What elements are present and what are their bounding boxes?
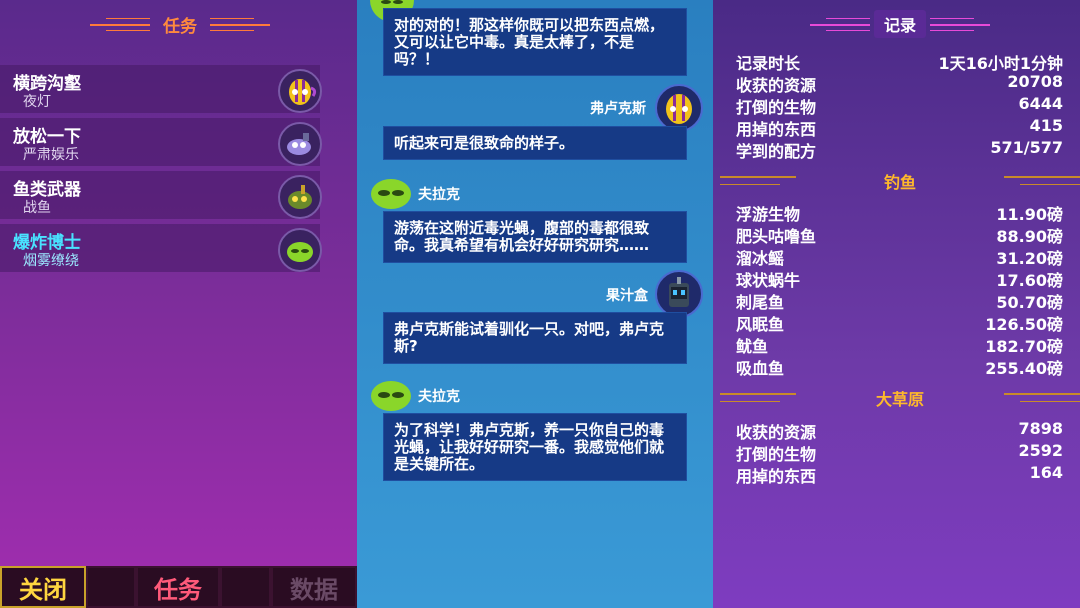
record-row: 打倒的生物 2592 [736, 441, 1063, 464]
record-value: 17.60磅 [996, 271, 1063, 290]
record-value: 255.40磅 [985, 359, 1063, 378]
record-label: 鱿鱼 [736, 337, 769, 356]
bottom-tab-bar: 关闭 任务 数据 [0, 566, 357, 608]
quest-item[interactable]: 鱼类武器 战鱼 [0, 171, 322, 219]
quest-item-active[interactable]: 爆炸博士 烟雾缭绕 [0, 224, 322, 272]
record-row: 吸血鱼 255.40磅 [736, 355, 1063, 378]
savanna-section-header: 大草原 [720, 387, 1080, 409]
record-value: 7898 [1018, 419, 1063, 438]
speaker-name: 夫拉克 [418, 187, 460, 203]
quest-subtitle: 战鱼 [23, 200, 51, 216]
record-label: 肥头咕噜鱼 [736, 227, 817, 246]
fishing-section-header: 钓鱼 [720, 170, 1080, 192]
record-row: 记录时长 1天16小时1分钟 [736, 50, 1063, 73]
green-armored-fish-icon [278, 175, 322, 219]
record-value: 88.90磅 [996, 227, 1063, 246]
record-label: 用掉的东西 [736, 120, 817, 139]
record-row: 用掉的东西 164 [736, 463, 1063, 486]
record-row: 学到的配方 571/577 [736, 138, 1063, 161]
quest-subtitle: 烟雾缭绕 [23, 253, 79, 269]
yellow-mask-creature-icon [278, 69, 322, 113]
record-value: 182.70磅 [985, 337, 1063, 356]
record-label: 刺尾鱼 [736, 293, 785, 312]
dialogue-bubble: 为了科学！弗卢克斯，养一只你自己的毒光蝇，让我好好研究一番。我感觉他们就是关键所… [383, 413, 687, 481]
record-label: 打倒的生物 [736, 445, 817, 464]
savanna-title: 大草原 [875, 390, 924, 409]
quest-subtitle: 夜灯 [23, 94, 51, 110]
record-label: 收获的资源 [736, 423, 817, 442]
quest-subtitle: 严肃娱乐 [23, 147, 79, 163]
yellow-mask-avatar-icon [655, 84, 703, 132]
speaker-name: 夫拉克 [418, 389, 460, 405]
record-label: 记录时长 [736, 54, 801, 73]
record-value: 11.90磅 [996, 205, 1063, 224]
green-blob-avatar-icon [369, 372, 413, 416]
quest-header: 任务 [80, 6, 280, 42]
record-row: 溜冰鳐 31.20磅 [736, 245, 1063, 268]
record-value: 20708 [1007, 72, 1063, 91]
record-row: 用掉的东西 415 [736, 116, 1063, 139]
records-header: 记录 [810, 6, 990, 42]
record-row: 收获的资源 7898 [736, 419, 1063, 442]
record-label: 吸血鱼 [736, 359, 785, 378]
record-value: 571/577 [990, 138, 1063, 157]
record-value: 1天16小时1分钟 [938, 54, 1063, 73]
juice-box-robot-avatar-icon [655, 270, 703, 318]
record-label: 浮游生物 [736, 205, 801, 224]
record-label: 用掉的东西 [736, 467, 817, 486]
tab-spacer [86, 566, 136, 608]
dialogue-bubble: 听起来可是很致命的样子。 [383, 126, 687, 160]
quest-header-title: 任务 [163, 16, 197, 37]
fishing-title: 钓鱼 [883, 173, 916, 192]
record-row: 风眠鱼 126.50磅 [736, 311, 1063, 334]
record-value: 31.20磅 [996, 249, 1063, 268]
record-label: 打倒的生物 [736, 98, 817, 117]
record-label: 球状蜗牛 [736, 271, 801, 290]
record-row: 浮游生物 11.90磅 [736, 201, 1063, 224]
record-value: 126.50磅 [985, 315, 1063, 334]
tab-data[interactable]: 数据 [271, 566, 357, 608]
records-header-title: 记录 [873, 10, 926, 38]
dialogue-bubble: 弗卢克斯能试着驯化一只。对吧，弗卢克斯? [383, 312, 687, 364]
record-value: 6444 [1018, 94, 1063, 113]
tab-spacer [220, 566, 271, 608]
green-blob-icon [278, 228, 322, 272]
record-value: 2592 [1018, 441, 1063, 460]
record-value: 50.70磅 [996, 293, 1063, 312]
record-row: 打倒的生物 6444 [736, 94, 1063, 117]
record-row: 收获的资源 20708 [736, 72, 1063, 95]
record-row: 肥头咕噜鱼 88.90磅 [736, 223, 1063, 246]
record-label: 收获的资源 [736, 76, 817, 95]
dialogue-bubble: 对的对的！那这样你既可以把东西点燃，又可以让它中毒。真是太棒了，不是吗？！ [383, 8, 687, 76]
green-blob-avatar-icon [369, 170, 413, 214]
quest-item[interactable]: 横跨沟壑 夜灯 [0, 65, 322, 113]
close-button[interactable]: 关闭 [0, 566, 86, 608]
record-label: 风眠鱼 [736, 315, 785, 334]
quest-item[interactable]: 放松一下 严肃娱乐 [0, 118, 322, 166]
record-row: 鱿鱼 182.70磅 [736, 333, 1063, 356]
record-value: 164 [1029, 463, 1063, 482]
purple-fish-icon [278, 122, 322, 166]
record-label: 学到的配方 [736, 142, 817, 161]
dialogue-bubble: 游荡在这附近毒光蝇，腹部的毒都很致命。我真希望有机会好好研究研究…… [383, 211, 687, 263]
tab-quests[interactable]: 任务 [136, 566, 220, 608]
speaker-name: 果汁盒 [606, 288, 648, 304]
record-row: 刺尾鱼 50.70磅 [736, 289, 1063, 312]
record-label: 溜冰鳐 [736, 249, 785, 268]
record-value: 415 [1029, 116, 1063, 135]
speaker-name: 弗卢克斯 [590, 101, 646, 117]
record-row: 球状蜗牛 17.60磅 [736, 267, 1063, 290]
